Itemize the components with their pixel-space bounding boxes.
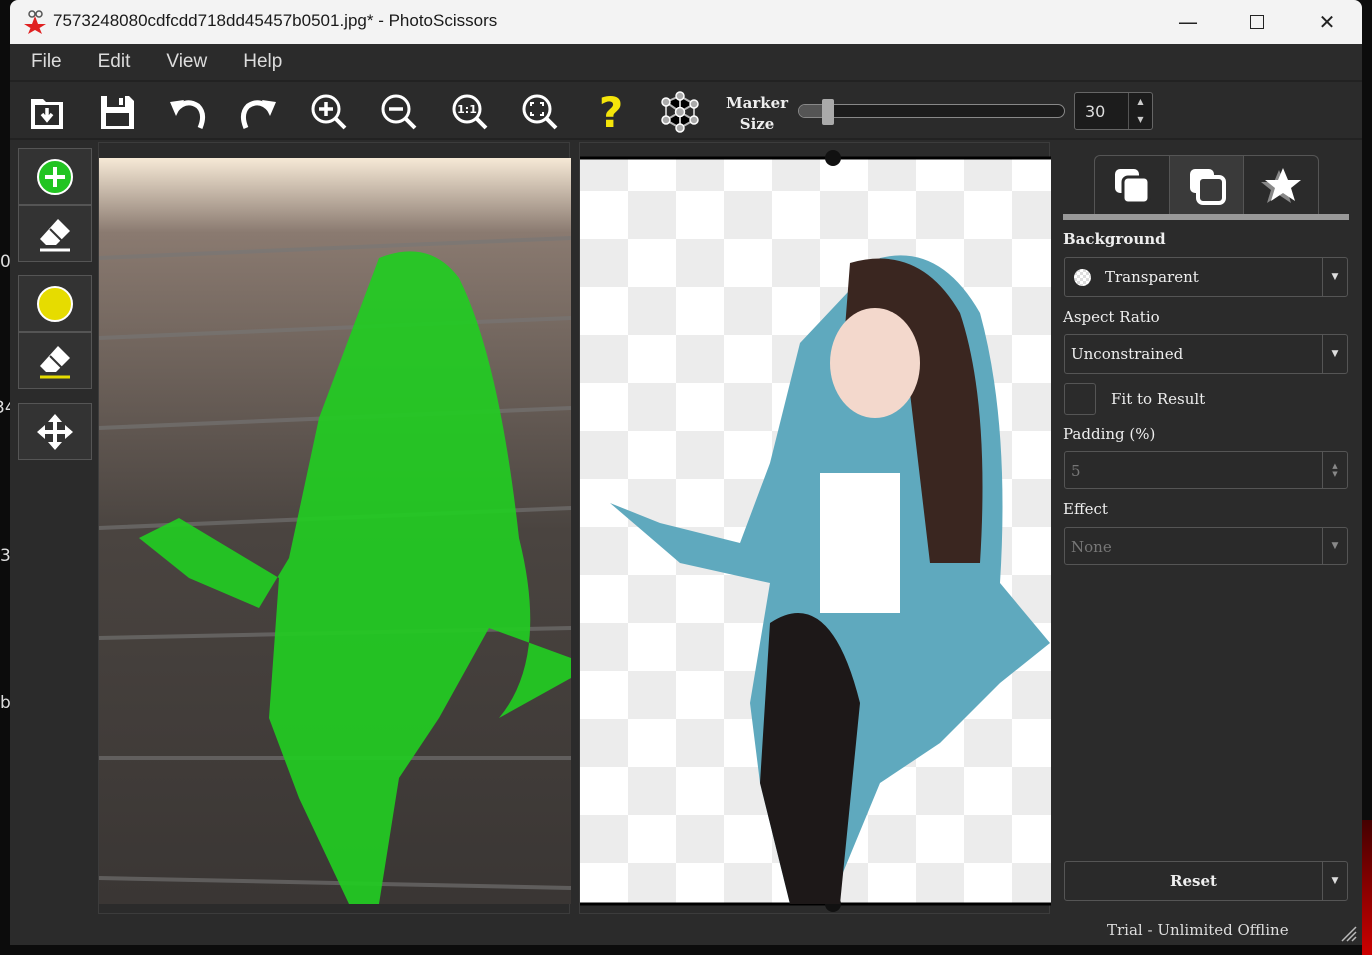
menu-file[interactable]: File (31, 51, 62, 73)
panel-tabs (1094, 155, 1319, 215)
maximize-icon (1250, 15, 1264, 29)
move-tool-button[interactable] (18, 403, 92, 460)
padding-spinbox[interactable]: 5 ▲ ▼ (1064, 451, 1348, 489)
yellow-circle-icon (37, 285, 73, 322)
menu-bar: File Edit View Help (10, 44, 1362, 82)
chevron-down-icon[interactable]: ▼ (1322, 335, 1347, 373)
menu-view[interactable]: View (166, 51, 207, 73)
add-foreground-marker-button[interactable] (18, 148, 92, 205)
license-status: Trial - Unlimited Offline (1107, 921, 1289, 939)
zoom-actual-icon: 1:1 (452, 94, 488, 130)
app-scissors-icon (24, 10, 46, 34)
spin-buttons[interactable]: ▲ ▼ (1128, 93, 1152, 129)
zoom-fit-button[interactable] (518, 90, 562, 134)
menu-help[interactable]: Help (243, 51, 282, 73)
undo-icon (170, 100, 206, 129)
window-title: 7573248080cdfcdd718dd45457b0501.jpg* - P… (53, 11, 498, 30)
redo-icon (240, 100, 276, 129)
copy-outline-icon (1189, 168, 1226, 205)
redo-button[interactable] (236, 90, 280, 134)
erase-background-button[interactable] (18, 332, 92, 389)
padding-value: 5 (1071, 462, 1081, 480)
chevron-down-icon[interactable]: ▼ (1322, 528, 1347, 564)
neural-network-button[interactable] (658, 90, 702, 134)
chevron-down-icon[interactable]: ▼ (1322, 258, 1347, 296)
crop-handle-top (825, 150, 841, 166)
background-value: Transparent (1105, 268, 1199, 286)
zoom-fit-icon (522, 94, 558, 130)
result-canvas[interactable] (579, 142, 1051, 914)
spin-down-icon[interactable]: ▼ (1332, 470, 1337, 478)
fit-to-result-label[interactable]: Fit to Result (1111, 390, 1205, 408)
padding-label: Padding (%) (1063, 425, 1156, 443)
aspect-ratio-select[interactable]: Unconstrained ▼ (1064, 334, 1348, 374)
resize-grip-icon[interactable] (1340, 925, 1358, 943)
effect-value: None (1071, 538, 1112, 556)
menu-edit[interactable]: Edit (98, 51, 131, 73)
marker-size-slider[interactable] (798, 99, 1065, 125)
close-button[interactable]: ✕ (1307, 8, 1347, 36)
result-preview (580, 150, 1051, 912)
aspect-ratio-value: Unconstrained (1071, 345, 1184, 363)
padding-spin-buttons[interactable]: ▲ ▼ (1322, 452, 1347, 488)
spin-up-icon[interactable]: ▲ (1332, 462, 1337, 470)
effect-select[interactable]: None ▼ (1064, 527, 1348, 565)
undo-button[interactable] (166, 90, 210, 134)
effects-tab[interactable] (1244, 156, 1318, 215)
slider-thumb[interactable] (822, 99, 835, 125)
save-icon (101, 96, 134, 129)
zoom-in-button[interactable] (307, 90, 351, 134)
background-label: Background (1063, 230, 1166, 248)
spin-up-icon[interactable]: ▲ (1129, 93, 1152, 111)
zoom-actual-button[interactable]: 1:1 (448, 90, 492, 134)
open-icon (31, 99, 63, 129)
save-button[interactable] (95, 90, 139, 134)
eraser-yellow-icon (40, 345, 70, 378)
app-window: 7573248080cdfcdd718dd45457b0501.jpg* - P… (10, 0, 1362, 945)
desktop-background (1362, 820, 1372, 955)
fit-to-result-checkbox[interactable] (1064, 383, 1096, 415)
open-button[interactable] (25, 90, 69, 134)
tab-underline (1063, 214, 1349, 220)
erase-foreground-button[interactable] (18, 205, 92, 262)
aspect-ratio-label: Aspect Ratio (1063, 308, 1160, 326)
marker-label-line2: Size (739, 115, 775, 133)
background-marker-button[interactable] (18, 275, 92, 332)
transparent-swatch-icon (1074, 269, 1091, 286)
svg-text:1:1: 1:1 (457, 103, 477, 116)
zoom-out-icon (381, 94, 417, 130)
minimize-button[interactable]: — (1168, 8, 1208, 36)
help-icon: ? (598, 87, 624, 137)
background-tab[interactable] (1095, 156, 1170, 215)
reset-label: Reset (1170, 872, 1217, 890)
title-bar: 7573248080cdfcdd718dd45457b0501.jpg* - P… (10, 0, 1362, 44)
marker-size-label: Marker Size (726, 93, 788, 135)
source-photo (99, 158, 571, 904)
effect-label: Effect (1063, 500, 1108, 518)
zoom-out-button[interactable] (377, 90, 421, 134)
star-icon (1261, 167, 1302, 203)
move-arrows-icon (37, 413, 73, 450)
maximize-button[interactable] (1237, 8, 1277, 36)
reset-dropdown-icon[interactable]: ▼ (1322, 862, 1347, 900)
zoom-in-icon (311, 94, 347, 130)
source-image-canvas[interactable] (98, 142, 571, 914)
reset-button[interactable]: Reset ▼ (1064, 861, 1348, 901)
background-select[interactable]: Transparent ▼ (1064, 257, 1348, 297)
marker-size-spinbox[interactable]: 30 ▲ ▼ (1074, 92, 1153, 130)
copy-filled-icon (1114, 168, 1151, 204)
eraser-icon (40, 218, 70, 251)
spin-down-icon[interactable]: ▼ (1129, 111, 1152, 129)
foreground-tab[interactable] (1169, 156, 1245, 215)
plus-circle-icon (37, 158, 73, 195)
marker-label-line1: Marker (726, 94, 789, 112)
toolbar: 1:1 ? Marker Size 30 ▲ ▼ (10, 84, 1362, 140)
marker-size-value: 30 (1085, 102, 1106, 121)
help-button[interactable]: ? (589, 87, 633, 137)
neural-network-icon (661, 91, 699, 133)
